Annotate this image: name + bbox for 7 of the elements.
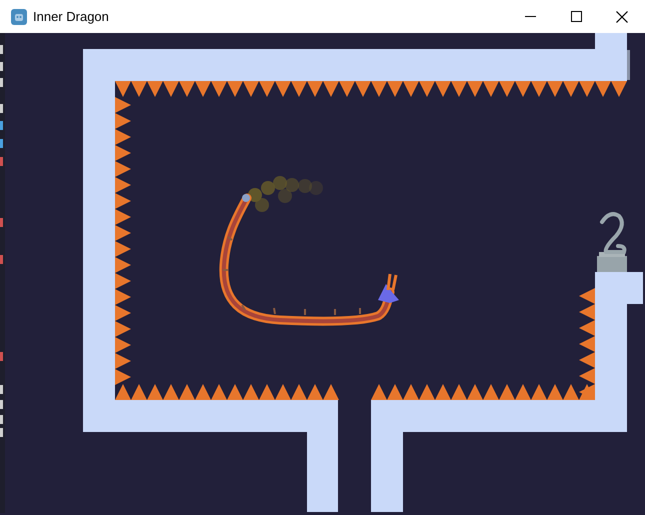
snake-statue-drawing	[597, 212, 627, 272]
wall-edge	[627, 50, 630, 80]
window-title: Inner Dragon	[33, 8, 109, 26]
app-icon	[11, 8, 27, 24]
close-icon	[616, 10, 628, 22]
maximize-icon	[570, 11, 582, 22]
minimize-icon	[524, 16, 536, 17]
